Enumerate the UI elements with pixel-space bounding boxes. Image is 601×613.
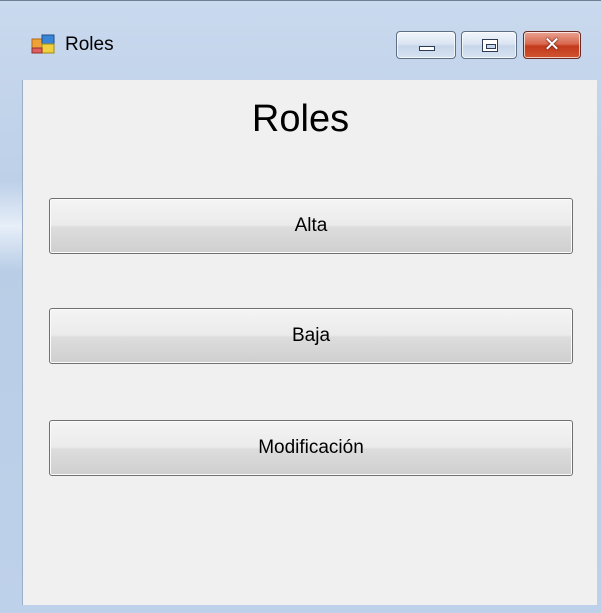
modificacion-button[interactable]: Modificación [49, 420, 573, 476]
maximize-icon [482, 39, 498, 52]
close-icon: ✕ [543, 34, 561, 56]
window: Roles ✕ Roles Alta Baja Modificación [0, 0, 601, 613]
alta-button[interactable]: Alta [49, 198, 573, 254]
minimize-icon [419, 46, 435, 51]
frame-highlight [0, 181, 22, 271]
window-title: Roles [65, 34, 114, 55]
minimize-button[interactable] [396, 31, 456, 59]
title-bar[interactable]: Roles ✕ [0, 1, 601, 80]
close-button[interactable]: ✕ [523, 31, 581, 59]
page-title: Roles [251, 98, 350, 140]
baja-button[interactable]: Baja [49, 308, 573, 364]
windows-form-icon [31, 34, 55, 54]
maximize-button[interactable] [461, 31, 517, 59]
